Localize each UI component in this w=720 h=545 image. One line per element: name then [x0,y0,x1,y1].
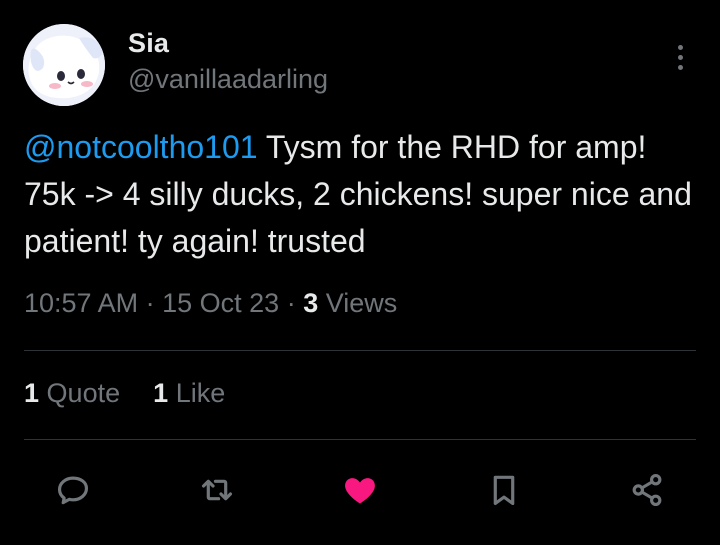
share-button[interactable] [619,462,675,518]
meta-separator: · [145,288,155,318]
meta-separator: · [286,288,296,318]
likes-label: Like [175,378,226,408]
like-button[interactable] [332,462,388,518]
retweet-button[interactable] [189,462,245,518]
more-dot [677,64,683,70]
heart-icon [345,478,375,504]
likes-stat[interactable]: 1 Like [153,378,225,408]
views-label: Views [325,288,398,318]
bookmark-button[interactable] [476,462,532,518]
author-display-name[interactable]: Sia [128,28,169,59]
divider [24,439,696,440]
bookmark-icon [493,475,515,506]
tweet-time[interactable]: 10:57 AM [24,288,138,318]
mention-link[interactable]: @notcooltho101 [24,129,258,165]
author-handle[interactable]: @vanillaadarling [128,64,328,95]
tweet-text: @notcooltho101 Tysm for the RHD for amp!… [24,124,704,265]
retweet-icon [201,479,233,501]
likes-count: 1 [153,378,169,408]
tweet-meta: 10:57 AM · 15 Oct 23 · 3 Views [24,288,397,319]
quotes-label: Quote [46,378,121,408]
divider [24,350,696,351]
reply-icon [57,476,89,505]
views-count: 3 [303,288,319,318]
cinnamoroll-avatar-icon [23,24,105,106]
reply-button[interactable] [45,462,101,518]
more-dot [677,54,683,60]
engagement-stats: 1 Quote 1 Like [24,378,225,409]
quotes-count: 1 [24,378,40,408]
more-options-icon[interactable] [666,40,694,74]
share-icon [632,474,662,506]
more-dot [677,44,683,50]
quotes-stat[interactable]: 1 Quote [24,378,120,408]
avatar[interactable] [23,24,105,106]
action-bar [0,462,720,518]
tweet-date[interactable]: 15 Oct 23 [162,288,279,318]
